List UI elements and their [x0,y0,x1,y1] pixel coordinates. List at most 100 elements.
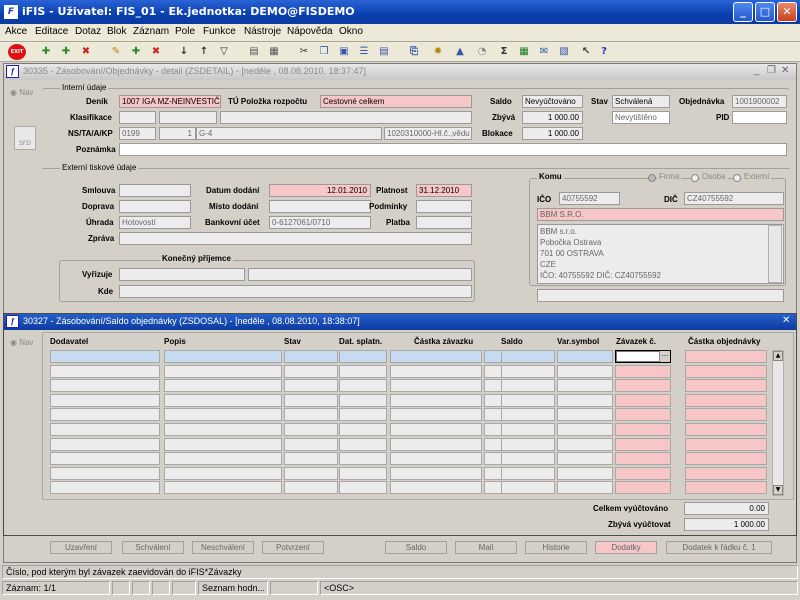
cell-castka-objednavky[interactable] [685,423,767,436]
attachment-icon[interactable]: ⎘ [406,44,422,60]
kde-field[interactable] [119,285,472,298]
cell-dodavatel[interactable] [50,350,160,363]
cell-saldo[interactable] [501,481,555,495]
cell-castka-objednavky[interactable] [685,393,767,407]
cell-var-symbol[interactable] [557,452,613,466]
tab-schvaleni[interactable]: Schválení [122,541,184,554]
cell-var-symbol[interactable] [557,379,613,393]
tab-dodatky[interactable]: Dodatky [595,541,657,554]
list-icon[interactable]: ☰ [356,44,372,60]
dic-field[interactable]: CZ40755592 [684,192,784,205]
new-record-icon[interactable]: ✚ [38,44,54,60]
komu-address-field[interactable]: BBM s.r.o. Pobočka Ostrava 701 00 OSTRAV… [537,224,784,284]
cell-var-symbol[interactable] [557,393,613,407]
cell-stav[interactable] [284,364,338,378]
objednavka-field[interactable]: 1001900002 [732,95,787,108]
sort-asc-icon[interactable]: ↓ [176,44,192,60]
ico-field[interactable]: 40755592 [559,192,620,205]
cell-dodavatel[interactable] [50,481,160,495]
osoba-radio[interactable] [691,174,699,182]
cell-castka-objednavky[interactable] [685,437,767,451]
triangle-icon[interactable]: ▲ [452,44,468,60]
cell-popis[interactable] [164,408,282,422]
tab-mail[interactable]: Mail [455,541,517,554]
klasifikace-field-3[interactable] [220,111,472,124]
cut-icon[interactable]: ✂ [296,44,312,60]
zprava-field[interactable] [119,232,472,245]
tu-field[interactable]: Cestovné celkem [320,95,472,108]
ns-field-1[interactable]: 0199 [119,127,156,140]
cell-zavazek[interactable] [615,364,671,378]
ns-field-2[interactable]: 1 [159,127,196,140]
cell-zavazek[interactable] [615,393,671,407]
cell-dat-splatn[interactable] [339,379,387,393]
cell-zavazek[interactable]: ... [615,350,671,363]
scroll-up-icon[interactable]: ▲ [773,351,783,361]
cell-stav[interactable] [284,466,338,480]
cell-castka-objednavky[interactable] [685,408,767,422]
cell-dodavatel[interactable] [50,437,160,451]
cell-stav[interactable] [284,437,338,451]
firma-radio[interactable] [648,174,656,182]
cell-stav[interactable] [284,423,338,436]
excel-icon[interactable]: ▦ [516,44,532,60]
cell-stav[interactable] [284,481,338,495]
help-icon[interactable]: ? [596,44,612,60]
cell-castka-objednavky[interactable] [685,466,767,480]
tab-neschvaleni[interactable]: Neschválení [192,541,254,554]
exit-icon[interactable]: EXIT [8,44,26,60]
tab-potvrzeni[interactable]: Potvrzení [262,541,324,554]
print-icon[interactable]: ▤ [246,44,262,60]
tab-saldo[interactable]: Saldo [385,541,447,554]
cell-castka-zavazku[interactable] [390,437,482,451]
clock-icon[interactable]: ◔ [474,44,490,60]
copy-icon[interactable]: ❐ [316,44,332,60]
sfd-button[interactable]: SFD [14,126,36,150]
cell-castka-objednavky[interactable] [685,379,767,393]
cell-castka-zavazku[interactable] [390,364,482,378]
cell-dat-splatn[interactable] [339,350,387,363]
tab-dodatek-k-radku[interactable]: Dodatek k řádku č. 1 [666,541,772,554]
menu-dotaz[interactable]: Dotaz [75,26,101,37]
cell-stav[interactable] [284,379,338,393]
cell-saldo[interactable] [501,423,555,436]
smlouva-field[interactable] [119,184,191,197]
menu-blok[interactable]: Blok [107,26,126,37]
window-min-icon[interactable]: _ [754,65,760,76]
cell-var-symbol[interactable] [557,437,613,451]
cell-popis[interactable] [164,364,282,378]
cell-dodavatel[interactable] [50,452,160,466]
cell-dodavatel[interactable] [50,408,160,422]
uhrada-field[interactable]: Hotovostí [119,216,191,229]
vyrizuje-field-1[interactable] [119,268,245,281]
cell-zavazek[interactable] [615,452,671,466]
calculator-icon[interactable]: ▧ [556,44,572,60]
delete-record-icon[interactable]: ✖ [78,44,94,60]
save-icon[interactable]: ✚ [58,44,74,60]
cell-castka-extra[interactable] [484,350,502,363]
pointer-icon[interactable]: ↖ [578,44,594,60]
platba-field[interactable] [416,216,472,229]
address-scrollbar[interactable] [768,225,782,283]
settings-icon[interactable]: ✹ [430,44,446,60]
cell-castka-extra[interactable] [484,393,502,407]
cell-stav[interactable] [284,393,338,407]
cell-zavazek[interactable] [615,437,671,451]
zbyva-field[interactable]: 1 000.00 [522,111,583,124]
cell-dat-splatn[interactable] [339,437,387,451]
cell-castka-extra[interactable] [484,408,502,422]
externi-radio[interactable] [733,174,741,182]
ns-field-3[interactable]: G-4 [196,127,382,140]
cell-popis[interactable] [164,379,282,393]
cancel-query-icon[interactable]: ✖ [148,44,164,60]
cell-dat-splatn[interactable] [339,364,387,378]
cell-saldo[interactable] [501,466,555,480]
cell-castka-extra[interactable] [484,452,502,466]
menu-akce[interactable]: Akce [5,26,27,37]
cell-castka-zavazku[interactable] [390,481,482,495]
cell-castka-zavazku[interactable] [390,393,482,407]
grid-scrollbar[interactable]: ▲ ▼ [772,350,784,496]
cell-dat-splatn[interactable] [339,393,387,407]
misto-field[interactable] [269,200,371,213]
maximize-button[interactable]: □ [755,2,775,22]
